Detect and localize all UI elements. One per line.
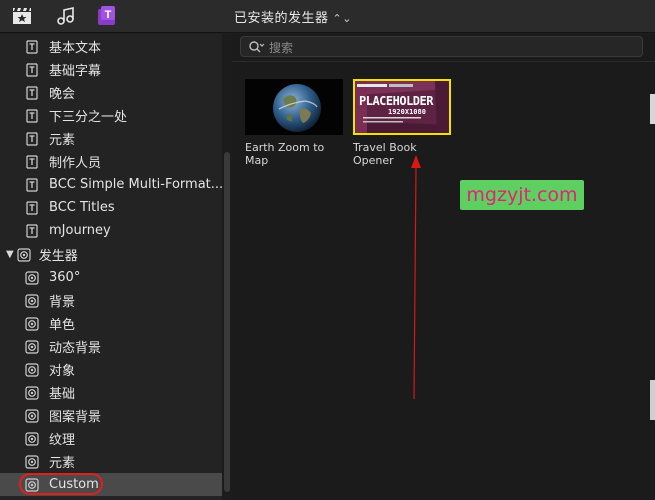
sidebar-item[interactable]: 制作人员: [0, 150, 222, 173]
sidebar-item[interactable]: 背景: [0, 289, 222, 312]
svg-text:T: T: [105, 9, 112, 21]
sidebar-item[interactable]: 下三分之一处: [0, 104, 222, 127]
sidebar-item-label: 基本文本: [49, 41, 102, 56]
toolbar-title-text: 已安装的发生器: [234, 11, 329, 26]
sidebar-item[interactable]: BCC Titles: [0, 196, 222, 219]
generator-icon: [25, 385, 39, 400]
chevron-updown-icon: ⌃⌄: [332, 12, 352, 25]
title-icon: [25, 131, 39, 146]
browser-toolbar: T 已安装的发生器 ⌃⌄: [0, 0, 655, 33]
sidebar-item[interactable]: 元素: [0, 450, 222, 473]
sidebar-item[interactable]: 纹理: [0, 427, 222, 450]
title-icon: [25, 154, 39, 169]
search-field[interactable]: 搜索: [240, 36, 643, 57]
sidebar-scrollbar-thumb[interactable]: [224, 152, 230, 492]
sidebar-item[interactable]: 对象: [0, 358, 222, 381]
sidebar-item-label: BCC Titles: [49, 200, 115, 215]
divider: [232, 61, 655, 62]
toolbar-title[interactable]: 已安装的发生器 ⌃⌄: [234, 7, 352, 26]
sidebar-item-label: 对象: [49, 364, 76, 379]
sidebar-item-label: BCC Simple Multi-Format...: [49, 177, 224, 192]
generator-icon: [25, 293, 39, 308]
sidebar-item-label: 基础: [49, 387, 76, 402]
generator-icon: [25, 408, 39, 423]
sidebar-scrollbar[interactable]: [222, 34, 232, 500]
sidebar-item[interactable]: 360°: [0, 266, 222, 289]
placeholder-text: PLACEHOLDER: [359, 94, 433, 108]
sidebar-item-label: 晚会: [49, 87, 76, 102]
thumbnail-label-line: Travel Book: [353, 141, 417, 154]
generator-icon: [25, 362, 39, 377]
sidebar-item[interactable]: BCC Simple Multi-Format...: [0, 173, 224, 196]
sidebar-item-label: 基础字幕: [49, 64, 102, 79]
sidebar-item[interactable]: 基础字幕: [0, 58, 222, 81]
titles-t-icon[interactable]: T: [96, 6, 118, 26]
generator-icon: [25, 316, 39, 331]
sidebar-item-label: 元素: [49, 133, 76, 148]
annotation-arrow: [411, 155, 421, 400]
title-icon: [25, 200, 39, 215]
generator-icon: [25, 339, 39, 354]
generator-icon: [25, 270, 39, 285]
watermark: mgzyjt.com: [460, 180, 584, 210]
edge-strip: [650, 94, 655, 124]
generator-icon: [25, 454, 39, 469]
title-icon: [25, 223, 39, 238]
sidebar-item-label: 动态背景: [49, 341, 102, 356]
sidebar-item-label: 图案背景: [49, 410, 102, 425]
title-icon: [25, 177, 39, 192]
clapper-star-icon[interactable]: [11, 6, 33, 26]
sidebar-item[interactable]: 单色: [0, 312, 222, 335]
travel-thumbnail-image[interactable]: PLACEHOLDER 1920X1080: [353, 79, 451, 135]
sidebar-group-generators[interactable]: ▼ 发生器: [0, 243, 222, 266]
placeholder-resolution: 1920X1080: [388, 108, 426, 116]
title-icon: [25, 62, 39, 77]
music-note-icon[interactable]: [55, 6, 77, 26]
sidebar-item[interactable]: 基础: [0, 381, 222, 404]
earth-thumbnail-image[interactable]: [245, 79, 343, 135]
thumbnail-label-line: Map: [245, 154, 269, 167]
sidebar-item-label: 背景: [49, 295, 76, 310]
sidebar-item-label: 制作人员: [49, 156, 102, 171]
sidebar-item-label: mJourney: [49, 223, 111, 238]
sidebar-item[interactable]: 图案背景: [0, 404, 222, 427]
search-icon[interactable]: [248, 39, 266, 55]
thumbnail-label-line: Earth Zoom to: [245, 141, 325, 154]
disclosure-triangle-icon[interactable]: ▼: [6, 249, 14, 260]
sidebar-item[interactable]: 晚会: [0, 81, 222, 104]
sidebar-item-label: 360°: [49, 270, 81, 285]
title-icon: [25, 108, 39, 123]
sidebar-item-label: 下三分之一处: [49, 110, 128, 125]
edge-strip: [650, 380, 655, 420]
title-icon: [25, 85, 39, 100]
sidebar-item-label: 纹理: [49, 433, 76, 448]
sidebar-item[interactable]: mJourney: [0, 219, 222, 242]
annotation-highlight-oval: [19, 473, 103, 495]
sidebar-group-label: 发生器: [38, 249, 78, 264]
sidebar-item-label: 单色: [49, 318, 76, 333]
title-icon: [25, 39, 39, 54]
sidebar-item[interactable]: 动态背景: [0, 335, 222, 358]
generator-icon: [25, 431, 39, 446]
sidebar-item-label: 元素: [49, 456, 76, 471]
search-placeholder: 搜索: [269, 41, 294, 55]
sidebar-item[interactable]: 基本文本: [0, 35, 222, 58]
thumbnail-label: Earth Zoom to Map: [245, 141, 355, 167]
sidebar-item[interactable]: 元素: [0, 127, 222, 150]
generator-icon: [17, 247, 31, 262]
